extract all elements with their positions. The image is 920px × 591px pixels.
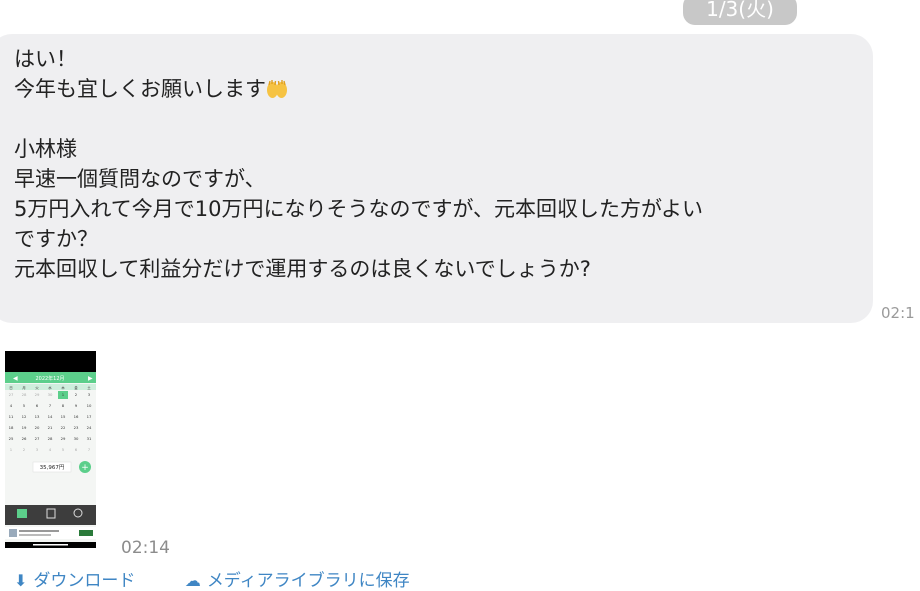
- download-link[interactable]: ⬇ ダウンロード: [14, 571, 135, 591]
- weekday-label: 日: [9, 386, 13, 390]
- calendar-day: 20: [35, 425, 40, 430]
- calendar-day: 27: [35, 436, 40, 441]
- calendar-day: 26: [22, 436, 27, 441]
- calendar-app-screenshot: ◀ 2022年12月 ▶ 日 月 火 水 木 金 土 27 28 29 30 1 2 34 5…: [5, 351, 96, 548]
- image-attachment-thumbnail[interactable]: ◀ 2022年12月 ▶ 日 月 火 水 木 金 土 27 28 29 30 1 2 3 4 5…: [5, 351, 96, 548]
- raising-hands-emoji-icon: [267, 80, 287, 98]
- download-icon: ⬇: [14, 571, 28, 590]
- message-timestamp: 02:1: [881, 304, 915, 322]
- calendar-day: 28: [22, 392, 27, 397]
- calendar-day: 31: [87, 436, 92, 441]
- plus-icon: +: [81, 463, 89, 473]
- weekday-label: 水: [48, 385, 52, 390]
- message-line-blank: [14, 104, 873, 134]
- save-to-media-library-link[interactable]: ☁ メディアライブラリに保存: [185, 571, 410, 591]
- message-bubble: はい！ 今年も宜しくお願いします 小林様 早速一個質問なのですが、 5万円入れて…: [0, 34, 873, 323]
- weekday-label: 金: [74, 385, 78, 390]
- calendar-day: 30: [48, 392, 53, 397]
- save-media-label: メディアライブラリに保存: [206, 571, 410, 591]
- cloud-upload-icon: ☁: [184, 571, 201, 590]
- calendar-day: 29: [61, 436, 66, 441]
- next-month-icon: ▶: [88, 375, 93, 382]
- calendar-day: 18: [9, 425, 14, 430]
- calendar-day: 16: [74, 414, 79, 419]
- attachment-timestamp: 02:14: [121, 538, 170, 558]
- calendar-tab-icon: [17, 509, 27, 518]
- weekday-label: 火: [35, 385, 39, 390]
- message-line: はい！: [14, 47, 77, 71]
- date-divider: 1/3(火): [683, 0, 797, 25]
- message-line-with-emoji: 今年も宜しくお願いします: [14, 74, 873, 104]
- calendar-day: 17: [87, 414, 92, 419]
- message-text: 今年も宜しくお願いします: [14, 77, 266, 101]
- message-line: ですか？: [14, 227, 98, 251]
- weekday-label: 木: [61, 385, 65, 390]
- message-line: 小林様: [14, 137, 77, 161]
- calendar-day: 11: [9, 414, 14, 419]
- message-line: 5万円入れて今月で10万円になりそうなのですが、元本回収した方がよい: [14, 197, 703, 221]
- calendar-day: 27: [9, 392, 14, 397]
- calendar-day: 24: [87, 425, 92, 430]
- weekday-label: 土: [87, 385, 91, 390]
- calendar-day: 29: [35, 392, 40, 397]
- message-line: 元本回収して利益分だけで運用するのは良くないでしょうか?: [14, 257, 591, 281]
- calendar-day: 19: [22, 425, 27, 430]
- calendar-total-amount: 35,967円: [40, 464, 65, 471]
- download-label: ダウンロード: [33, 571, 136, 591]
- calendar-day: 12: [22, 414, 27, 419]
- weekday-label: 月: [22, 385, 26, 390]
- calendar-day: 25: [9, 436, 14, 441]
- calendar-day: 21: [48, 425, 53, 430]
- calendar-day: 22: [61, 425, 66, 430]
- calendar-day: 30: [74, 436, 79, 441]
- attachment-actions: ⬇ ダウンロード ☁ メディアライブラリに保存: [14, 566, 454, 591]
- calendar-day: 10: [87, 403, 92, 408]
- calendar-day: 28: [48, 436, 53, 441]
- calendar-day: 23: [74, 425, 79, 430]
- calendar-month-label: 2022年12月: [35, 375, 64, 382]
- calendar-day: 15: [61, 414, 66, 419]
- prev-month-icon: ◀: [13, 375, 18, 382]
- calendar-day: 13: [35, 414, 40, 419]
- calendar-day: 14: [48, 414, 53, 419]
- message-line: 早速一個質問なのですが、: [14, 167, 266, 191]
- home-indicator: [33, 544, 68, 546]
